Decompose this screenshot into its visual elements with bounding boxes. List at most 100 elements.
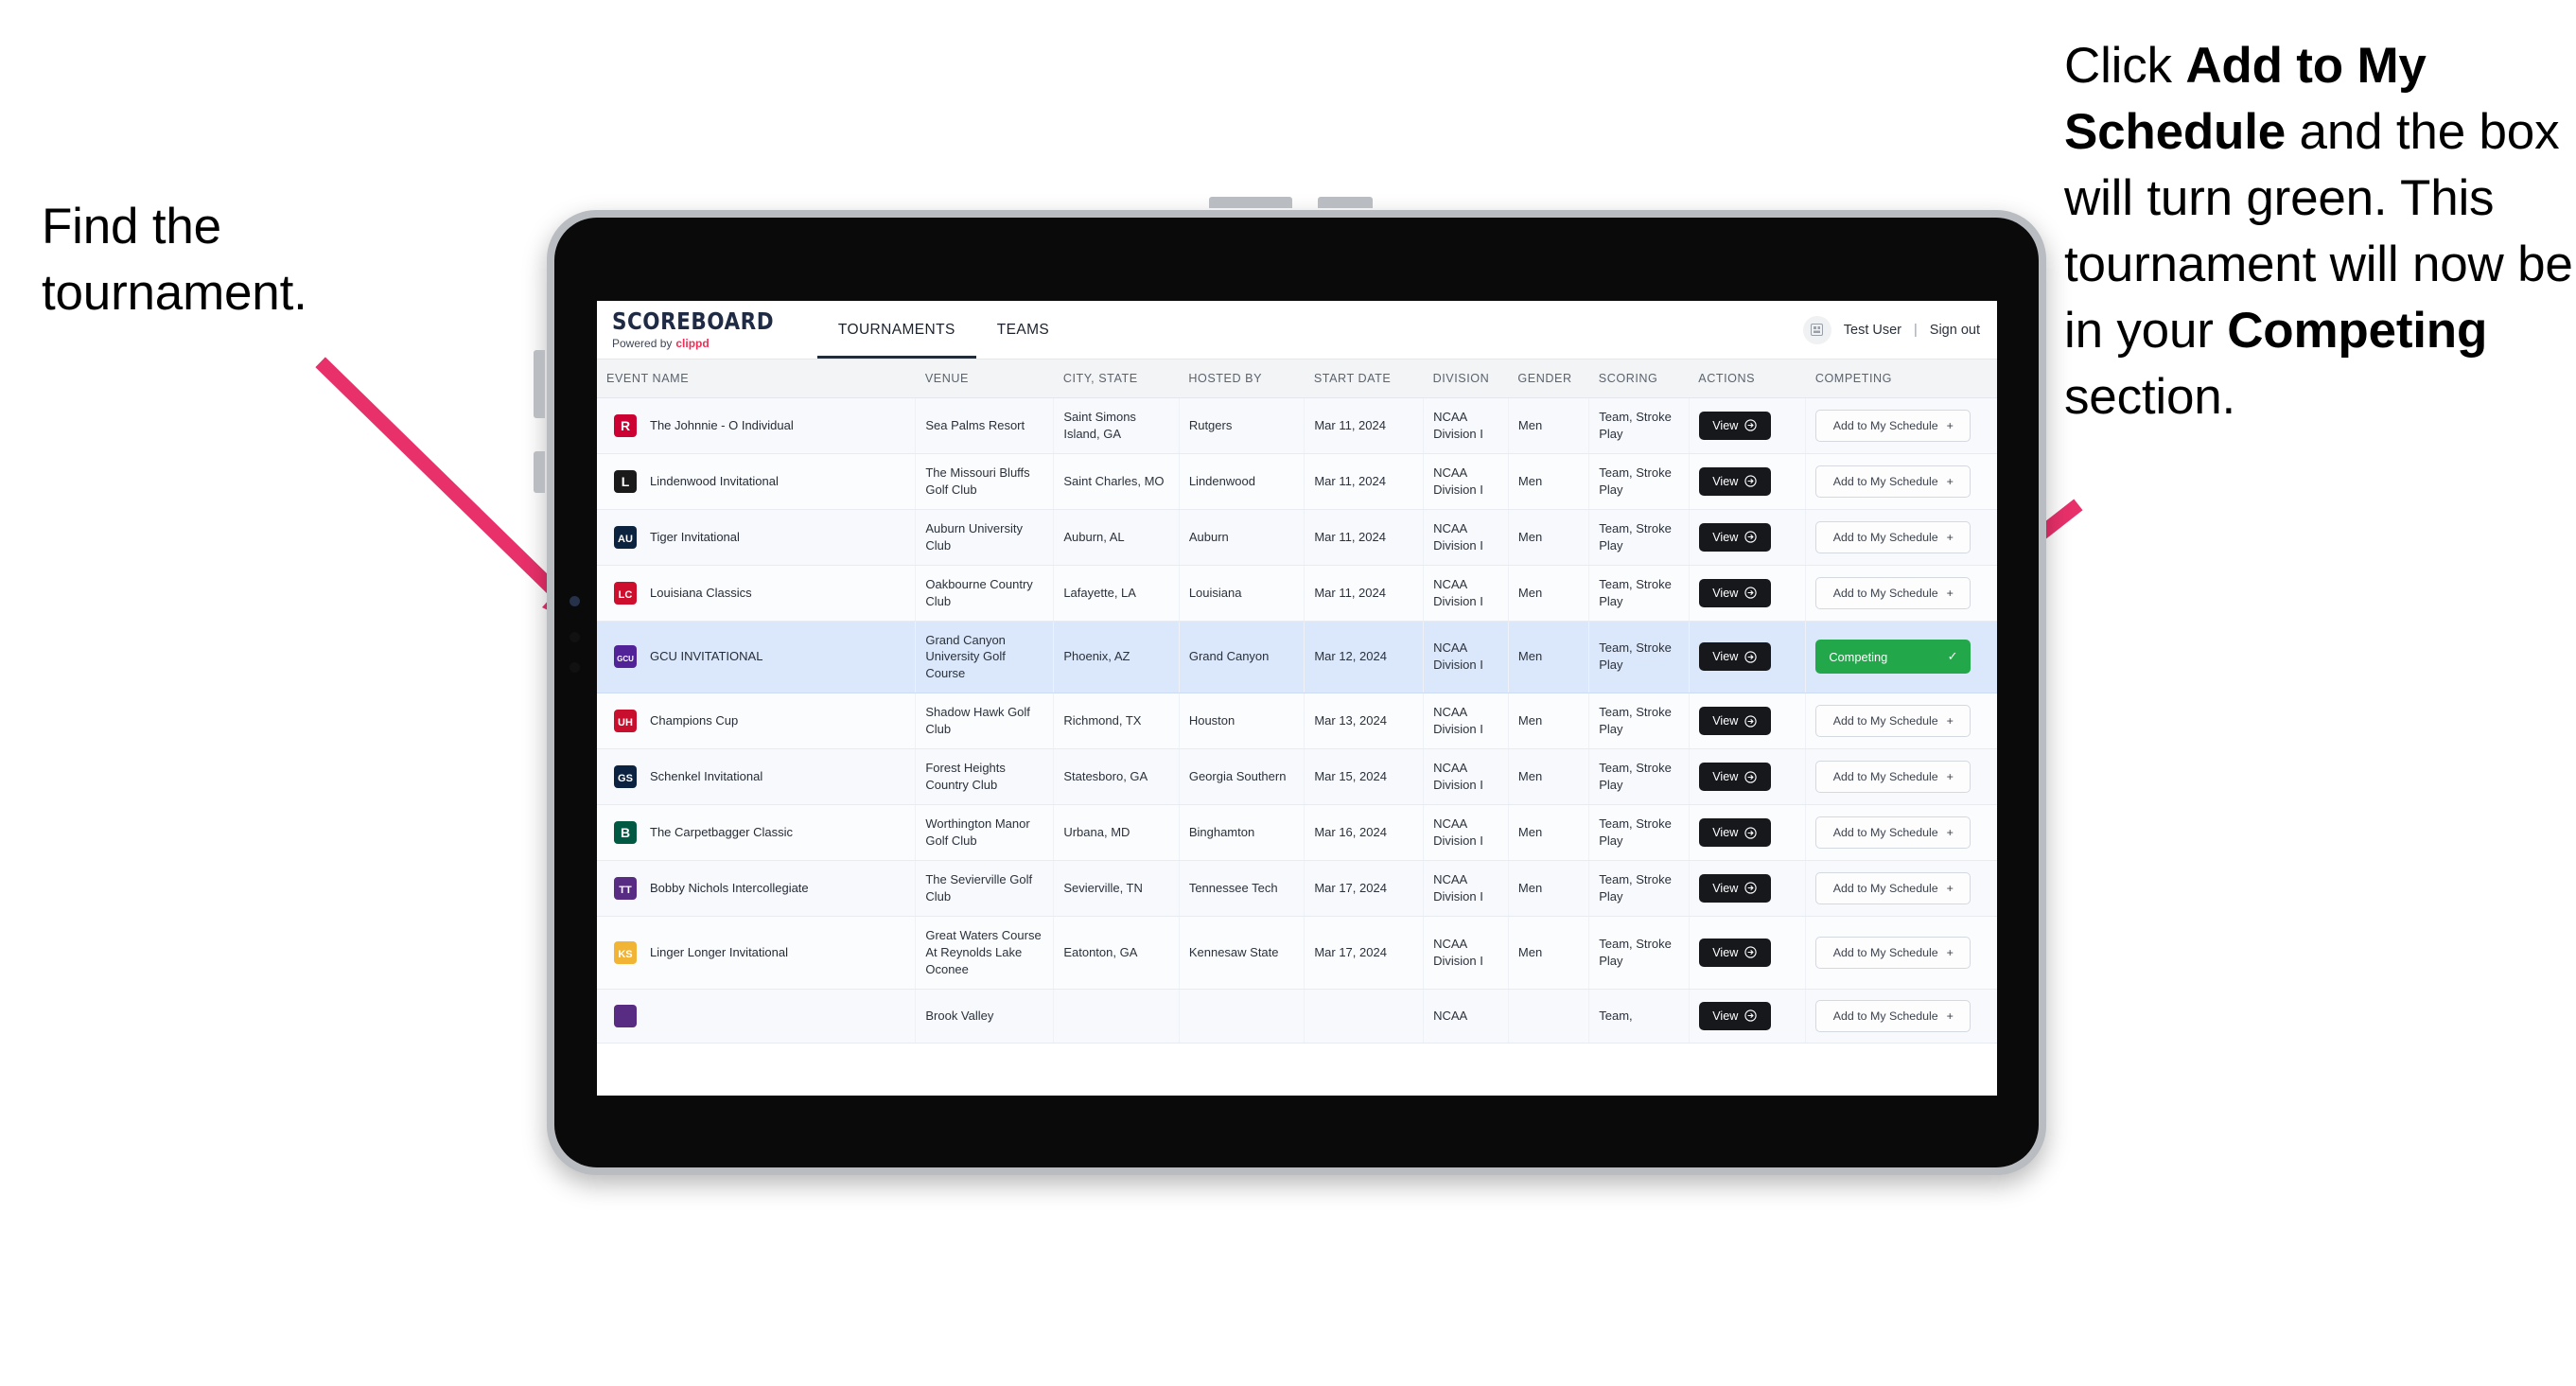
add-to-my-schedule-button[interactable]: Add to My Schedule + <box>1815 761 1971 794</box>
cell-event-name <box>597 989 917 1044</box>
col-venue[interactable]: VENUE <box>915 360 1054 398</box>
cell-venue: Worthington Manor Golf Club <box>915 804 1055 861</box>
cell-scoring: Team, Stroke Play <box>1588 804 1690 861</box>
col-event-name[interactable]: EVENT NAME <box>597 360 916 398</box>
view-button[interactable]: View <box>1698 763 1771 792</box>
cell-venue: Auburn University Club <box>915 509 1055 566</box>
event-name-text: GCU INVITATIONAL <box>650 649 763 664</box>
plus-icon: + <box>1946 1009 1954 1023</box>
cell-actions: View <box>1689 397 1807 454</box>
table-row[interactable]: UH Champions Cup Shadow Hawk Golf Club Rich… <box>597 693 1997 750</box>
add-to-my-schedule-button[interactable]: Add to My Schedule + <box>1815 409 1971 442</box>
cell-scoring: Team, Stroke Play <box>1588 565 1690 622</box>
view-button[interactable]: View <box>1698 938 1771 967</box>
add-to-my-schedule-button[interactable]: Add to My Schedule + <box>1815 999 1971 1032</box>
view-button[interactable]: View <box>1698 707 1771 736</box>
view-button-label: View <box>1712 474 1739 488</box>
table-row[interactable]: R The Johnnie - O Individual Sea Palms Res… <box>597 397 1997 454</box>
cell-venue: Shadow Hawk Golf Club <box>915 693 1055 750</box>
table-row[interactable]: TT Bobby Nichols Intercollegiate The Sevie… <box>597 860 1997 917</box>
brand-logo[interactable]: SCOREBOARD Powered by clippd <box>597 301 817 359</box>
cell-event-name: GCU GCU INVITATIONAL <box>597 621 917 694</box>
table-row[interactable]: B The Carpetbagger Classic Worthington Man… <box>597 804 1997 861</box>
cell-venue: Sea Palms Resort <box>915 397 1055 454</box>
screenshot-root: Find the tournament. Click Add to My Sch… <box>0 0 2576 1386</box>
table-row[interactable]: KS Linger Longer Invitational Great Waters… <box>597 916 1997 990</box>
table-row[interactable]: Brook Valley NCAA Team, View Add to My Sched… <box>597 989 1997 1044</box>
cell-venue: Grand Canyon University Golf Course <box>915 621 1055 694</box>
cell-city-state: Saint Simons Island, GA <box>1053 397 1180 454</box>
cell-event-name: LC Louisiana Classics <box>597 565 917 622</box>
cell-start-date: Mar 11, 2024 <box>1304 565 1425 622</box>
table-row[interactable]: GS Schenkel Invitational Forest Heights Co… <box>597 748 1997 806</box>
tab-teams[interactable]: TEAMS <box>976 301 1070 359</box>
cell-division: NCAA Division I <box>1423 509 1509 566</box>
apps-grid-icon[interactable] <box>1802 315 1831 344</box>
cell-hosted-by: Grand Canyon <box>1179 621 1306 694</box>
col-competing[interactable]: COMPETING <box>1805 360 1997 398</box>
add-to-my-schedule-button[interactable]: Add to My Schedule + <box>1815 705 1971 738</box>
add-button-label: Add to My Schedule <box>1832 530 1938 544</box>
col-division[interactable]: DIVISION <box>1423 360 1509 398</box>
brand-subtitle: Powered by clippd <box>612 337 800 350</box>
view-button[interactable]: View <box>1698 642 1771 672</box>
view-button[interactable]: View <box>1698 1001 1771 1030</box>
col-city-state[interactable]: CITY, STATE <box>1053 360 1180 398</box>
team-logo-icon: TT <box>612 875 638 901</box>
col-gender[interactable]: GENDER <box>1508 360 1589 398</box>
add-to-my-schedule-button[interactable]: Add to My Schedule + <box>1815 576 1971 609</box>
view-button[interactable]: View <box>1698 522 1771 552</box>
svg-text:KS: KS <box>618 949 632 960</box>
cell-hosted-by: Auburn <box>1179 509 1306 566</box>
annot-right-bold-2: Competing <box>2227 302 2488 359</box>
cell-competing: Competing ✓ <box>1805 621 1997 694</box>
plus-icon: + <box>1946 770 1954 784</box>
cell-scoring: Team, Stroke Play <box>1588 509 1690 566</box>
cell-scoring: Team, Stroke Play <box>1588 693 1690 750</box>
view-button[interactable]: View <box>1698 873 1771 903</box>
team-logo-icon: L <box>612 468 638 494</box>
add-to-my-schedule-button[interactable]: Add to My Schedule + <box>1815 465 1971 498</box>
cell-event-name: TT Bobby Nichols Intercollegiate <box>597 860 917 917</box>
sign-out-link[interactable]: Sign out <box>1930 323 1980 338</box>
table-row[interactable]: GCU GCU INVITATIONAL Grand Canyon Universi… <box>597 621 1997 694</box>
view-button[interactable]: View <box>1698 466 1771 496</box>
competing-button[interactable]: Competing ✓ <box>1815 640 1971 675</box>
table-row[interactable]: LC Louisiana Classics Oakbourne Country Cl… <box>597 565 1997 622</box>
cell-start-date <box>1304 989 1425 1044</box>
view-button[interactable]: View <box>1698 818 1771 847</box>
view-button[interactable]: View <box>1698 411 1771 440</box>
cell-start-date: Mar 11, 2024 <box>1304 453 1425 510</box>
cell-division: NCAA Division I <box>1423 916 1509 990</box>
cell-event-name: GS Schenkel Invitational <box>597 748 917 806</box>
arrow-right-circle-icon <box>1744 587 1757 599</box>
cell-event-name: AU Tiger Invitational <box>597 509 917 566</box>
table-row[interactable]: L Lindenwood Invitational The Missouri Blu… <box>597 453 1997 510</box>
add-to-my-schedule-button[interactable]: Add to My Schedule + <box>1815 936 1971 969</box>
add-to-my-schedule-button[interactable]: Add to My Schedule + <box>1815 871 1971 904</box>
cell-competing: Add to My Schedule + <box>1805 916 1997 990</box>
cell-gender <box>1508 989 1590 1044</box>
add-button-label: Add to My Schedule <box>1832 714 1938 728</box>
table-row[interactable]: AU Tiger Invitational Auburn University Cl… <box>597 509 1997 566</box>
cell-actions: View <box>1689 748 1807 806</box>
cell-actions: View <box>1689 565 1807 622</box>
cell-competing: Add to My Schedule + <box>1805 565 1997 622</box>
col-actions[interactable]: ACTIONS <box>1689 360 1806 398</box>
cell-gender: Men <box>1508 453 1590 510</box>
tab-tournaments[interactable]: TOURNAMENTS <box>816 301 976 359</box>
cell-hosted-by: Tennessee Tech <box>1179 860 1306 917</box>
add-to-my-schedule-button[interactable]: Add to My Schedule + <box>1815 816 1971 849</box>
col-hosted-by[interactable]: HOSTED BY <box>1179 360 1305 398</box>
event-name-text: Bobby Nichols Intercollegiate <box>650 880 809 895</box>
cell-competing: Add to My Schedule + <box>1805 693 1997 750</box>
view-button[interactable]: View <box>1698 578 1771 607</box>
col-scoring[interactable]: SCORING <box>1588 360 1690 398</box>
add-to-my-schedule-button[interactable]: Add to My Schedule + <box>1815 520 1971 553</box>
cell-city-state: Lafayette, LA <box>1053 565 1180 622</box>
cell-gender: Men <box>1508 565 1590 622</box>
app-navbar: SCOREBOARD Powered by clippd TOURNAMENTS… <box>597 301 1997 360</box>
col-start-date[interactable]: START DATE <box>1304 360 1424 398</box>
plus-icon: + <box>1946 714 1954 728</box>
cell-hosted-by: Lindenwood <box>1179 453 1306 510</box>
